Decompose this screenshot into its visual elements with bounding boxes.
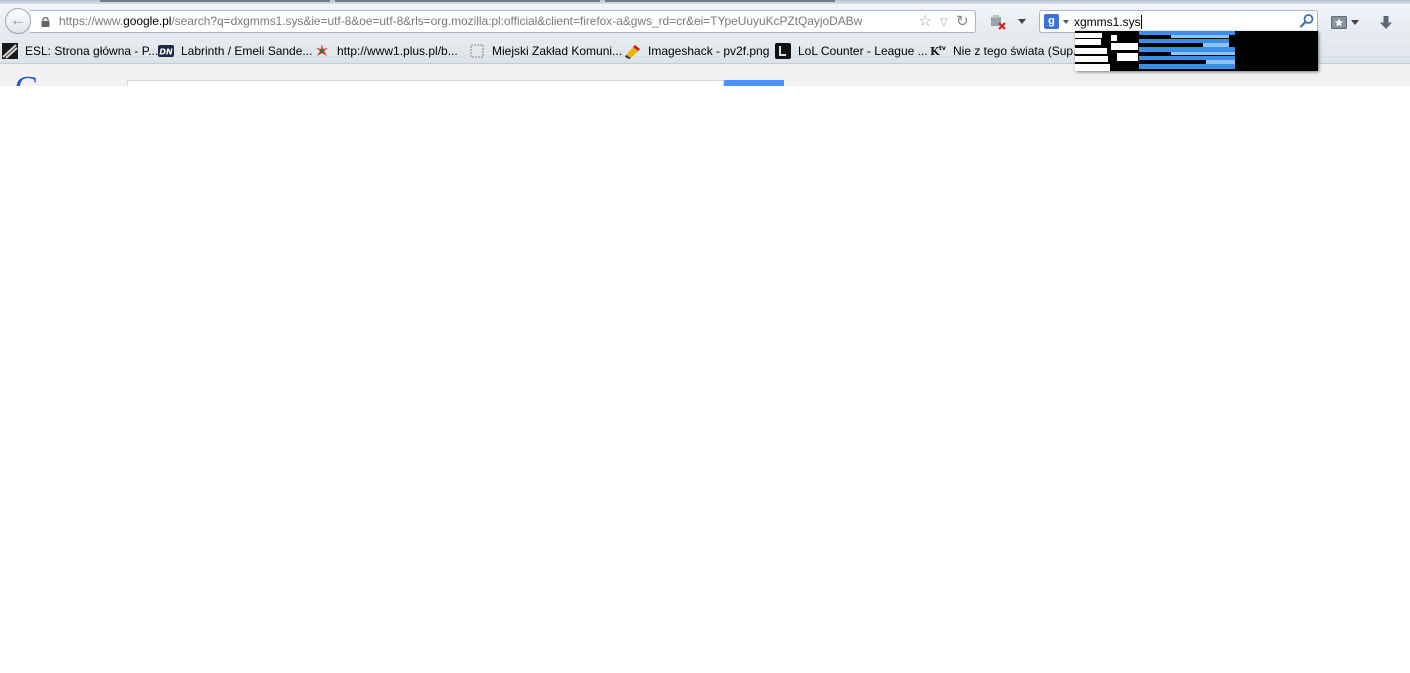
page-search-box[interactable] xyxy=(127,80,724,86)
imageshack-icon xyxy=(625,45,640,59)
url-prefix: https://www. xyxy=(59,14,124,28)
suggestion-fragment xyxy=(1075,39,1101,45)
bookmark-item[interactable]: http://www1.plus.pl/b... xyxy=(314,43,458,59)
back-arrow-icon: ← xyxy=(10,12,26,29)
back-button[interactable]: ← xyxy=(5,8,31,34)
suggestion-fragment xyxy=(1206,60,1235,64)
dn-icon: DN xyxy=(158,45,174,57)
addon-dropdown-icon[interactable] xyxy=(1018,19,1026,24)
bookmark-label: Nie z tego świata (Sup... xyxy=(953,44,1084,58)
url-host: google.pl xyxy=(123,14,172,28)
suggestion-fragment xyxy=(1075,56,1108,62)
suggestion-fragment xyxy=(1111,35,1117,41)
url-bar[interactable]: https://www.google.pl/search?q=dxgmms1.s… xyxy=(30,10,976,33)
lol-icon xyxy=(775,43,791,59)
google-logo-fragment: G xyxy=(15,72,40,87)
lock-icon xyxy=(41,17,50,27)
star-icon[interactable]: ☆ xyxy=(918,13,932,30)
svg-text:DN: DN xyxy=(159,48,173,57)
suggestion-fragment xyxy=(1203,43,1229,47)
addon-icon[interactable] xyxy=(990,14,1006,30)
search-go-icon[interactable] xyxy=(1299,13,1315,29)
engine-caret-icon[interactable] xyxy=(1063,20,1069,24)
suggestion-fragment xyxy=(1075,33,1102,38)
esl-icon xyxy=(2,43,18,59)
bookmark-item[interactable]: DN Labrinth / Emeli Sande... xyxy=(158,43,312,59)
search-suggestions-popup[interactable] xyxy=(1075,31,1318,71)
tab-edge[interactable] xyxy=(605,0,835,2)
url-text[interactable]: https://www.google.pl/search?q=dxgmms1.s… xyxy=(59,14,862,28)
suggestion-fragment xyxy=(1117,53,1138,61)
tab-edge[interactable] xyxy=(100,0,330,2)
plus-icon xyxy=(316,44,328,56)
bookmark-item[interactable]: Miejski Zakład Komuni... xyxy=(469,43,622,59)
bookmark-item[interactable]: LoL Counter - League ... xyxy=(775,43,928,59)
bookmarks-dropdown-icon[interactable] xyxy=(1351,20,1359,25)
bookmark-item[interactable]: K tv Nie z tego świata (Sup... xyxy=(930,43,1083,59)
blank-page-icon xyxy=(470,44,484,58)
reload-icon[interactable]: ↻ xyxy=(956,12,969,31)
bookmark-label: LoL Counter - League ... xyxy=(798,44,928,58)
suggestion-fragment xyxy=(1171,35,1229,38)
google-engine-icon[interactable]: g xyxy=(1044,14,1059,29)
suggestion-fragment xyxy=(1111,43,1138,50)
suggestion-fragment xyxy=(1075,64,1110,71)
svg-text:tv: tv xyxy=(939,45,946,52)
bookmark-label: Labrinth / Emeli Sande... xyxy=(181,44,313,58)
page-search-button[interactable] xyxy=(724,80,784,86)
bookmark-label: ESL: Strona główna - P... xyxy=(25,44,159,58)
bookmark-item[interactable]: Imageshack - pv2f.png xyxy=(625,43,769,59)
ktv-icon: K tv xyxy=(930,45,946,58)
bookmarks-menu-icon[interactable] xyxy=(1331,16,1347,29)
suggestion-highlight xyxy=(1139,64,1235,69)
search-input[interactable] xyxy=(1074,12,1292,31)
tab-edge[interactable] xyxy=(335,0,600,2)
download-icon[interactable] xyxy=(1378,15,1394,31)
search-bar[interactable]: g xyxy=(1039,10,1318,33)
engine-letter: g xyxy=(1048,15,1055,27)
history-dropdown-icon[interactable]: ▽ xyxy=(940,14,948,31)
bookmark-label: http://www1.plus.pl/b... xyxy=(337,44,458,58)
text-caret xyxy=(1141,15,1142,29)
bookmark-item[interactable]: ESL: Strona główna - P... xyxy=(2,43,158,59)
suggestion-fragment xyxy=(1171,52,1235,55)
suggestion-fragment xyxy=(1075,48,1107,54)
url-path: /search?q=dxgmms1.sys&ie=utf-8&oe=utf-8&… xyxy=(171,14,863,28)
bookmark-label: Imageshack - pv2f.png xyxy=(648,44,770,58)
bookmark-label: Miejski Zakład Komuni... xyxy=(492,44,623,58)
